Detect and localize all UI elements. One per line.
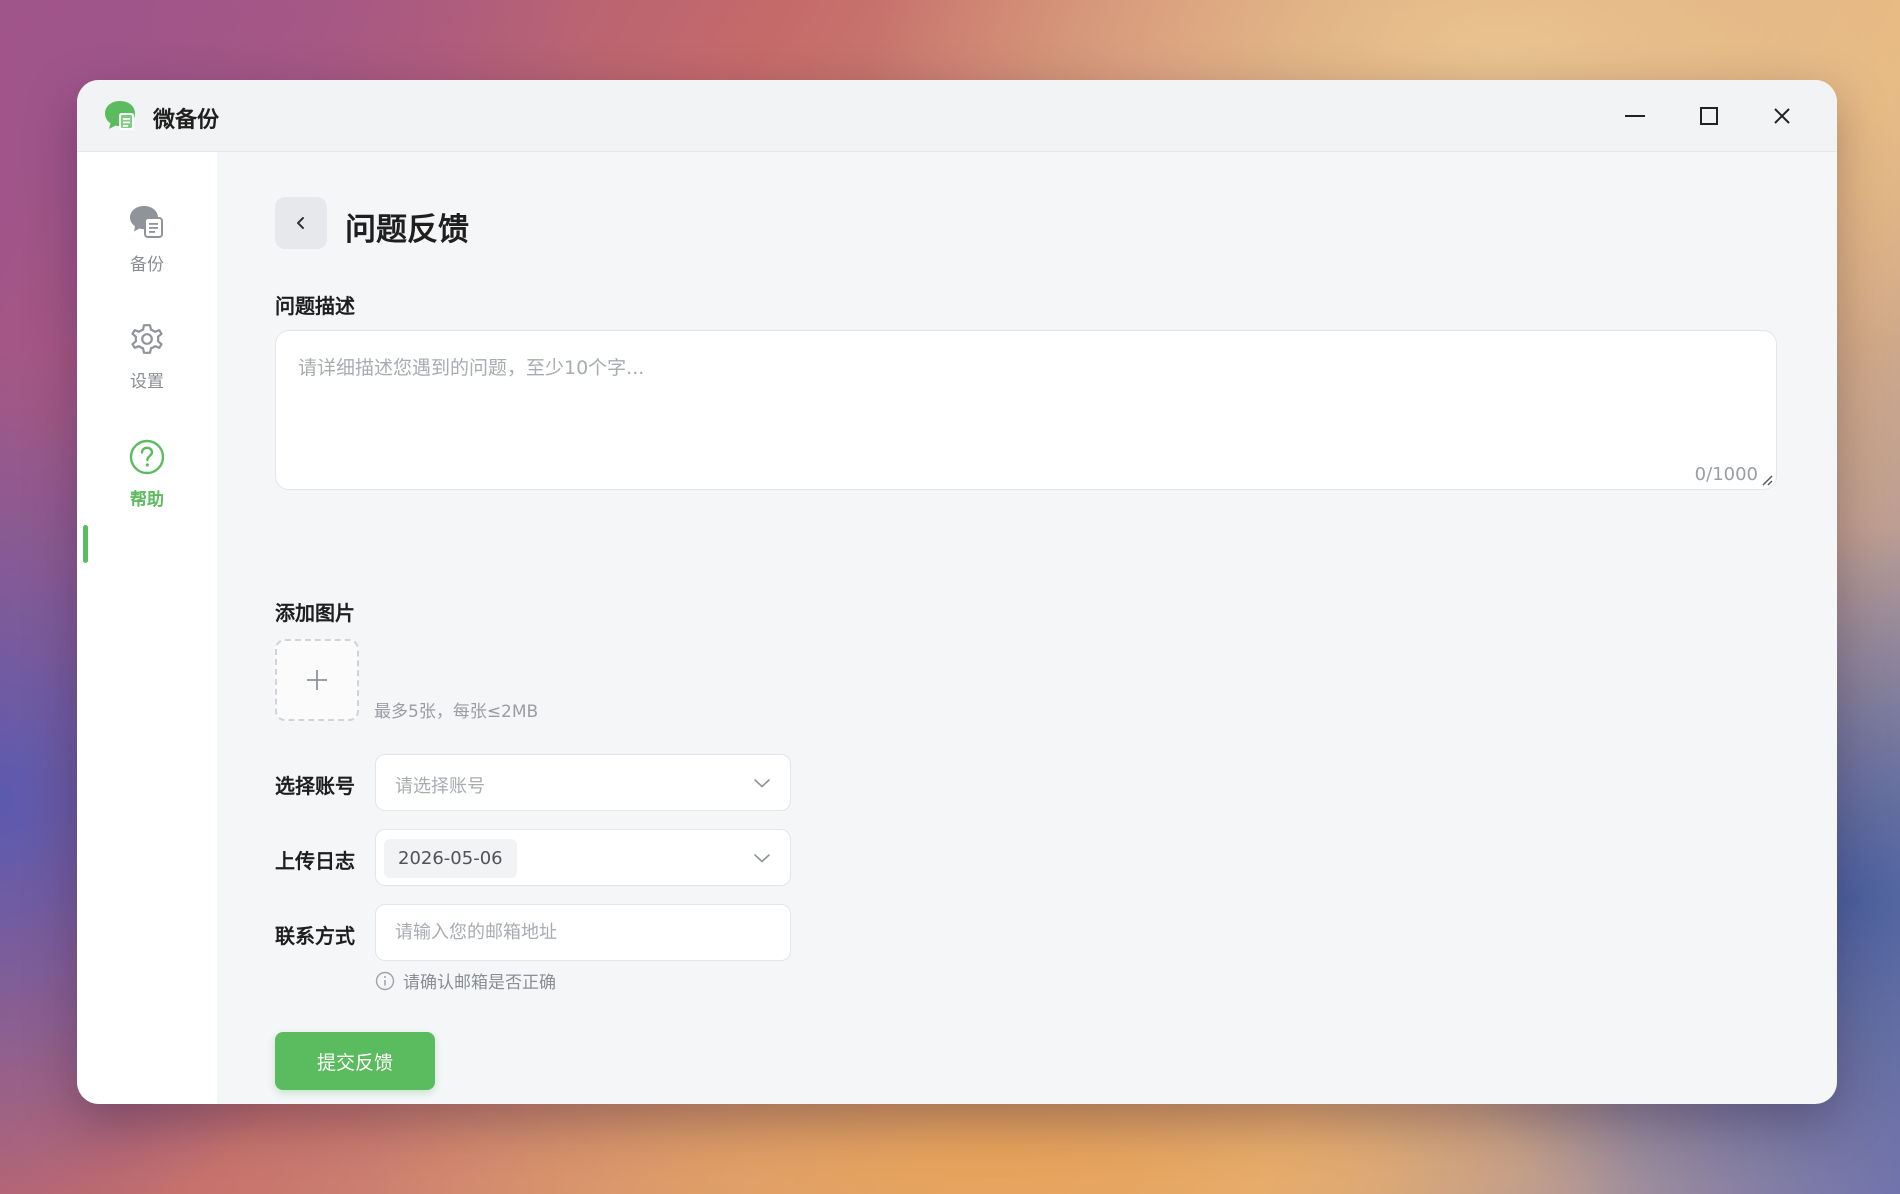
log-label: 上传日志 [275,849,355,873]
upload-hint: 最多5张，每张≤2MB [374,702,539,722]
chevron-down-icon [754,854,770,863]
gear-icon [127,319,167,359]
description-label: 问题描述 [275,294,355,318]
account-select-placeholder: 请选择账号 [395,776,485,797]
plus-icon [307,670,327,690]
sidebar-item-label: 设置 [130,372,164,392]
chat-backup-icon [127,202,167,242]
sidebar-item-backup[interactable]: 备份 [77,192,217,282]
close-icon [1774,108,1790,124]
image-upload-button[interactable] [275,639,359,721]
app-logo-icon [105,101,135,130]
sidebar-item-help[interactable]: 帮助 [77,427,217,517]
active-indicator [83,525,88,563]
app-window: 微备份 备份 设置 帮助 问题反馈 问题描述 请详细描述您遇到的问题，至少10个… [77,80,1837,1104]
contact-label: 联系方式 [275,924,355,948]
close-button[interactable] [1764,98,1800,134]
sidebar-item-settings[interactable]: 设置 [77,309,217,399]
minimize-button[interactable] [1617,98,1653,134]
title-bar: 微备份 [77,80,1837,152]
maximize-button[interactable] [1691,98,1727,134]
account-select[interactable]: 请选择账号 [375,754,791,811]
description-box: 0/1000 [275,330,1777,490]
chevron-left-icon [297,217,304,229]
minimize-icon [1625,115,1645,117]
back-button[interactable] [275,197,327,249]
submit-feedback-button[interactable]: 提交反馈 [275,1032,435,1090]
maximize-icon [1700,107,1718,125]
sidebar-item-label: 备份 [130,255,164,275]
account-label: 选择账号 [275,774,355,798]
email-input[interactable] [376,905,790,960]
email-hint-text: 请确认邮箱是否正确 [403,973,556,993]
contact-field [375,904,791,961]
chevron-down-icon [754,779,770,788]
selected-date-tag: 2026-05-06 [384,839,517,878]
images-label: 添加图片 [275,601,355,625]
app-title: 微备份 [153,108,220,133]
info-icon [375,971,395,990]
description-textarea[interactable] [276,331,1776,489]
page-title: 问题反馈 [345,212,469,248]
email-hint: 请确认邮箱是否正确 [375,968,556,993]
resize-grip-icon[interactable] [1760,473,1774,487]
log-date-select[interactable]: 2026-05-06 [375,829,791,886]
sidebar-item-label: 帮助 [130,490,164,510]
sidebar: 备份 设置 帮助 [77,152,217,1104]
main-content: 问题反馈 问题描述 0/1000 添加图片 最多5张，每张≤2MB 选择账号 请… [217,152,1837,1104]
char-count: 0/1000 [1694,464,1758,485]
question-circle-icon [127,437,167,477]
